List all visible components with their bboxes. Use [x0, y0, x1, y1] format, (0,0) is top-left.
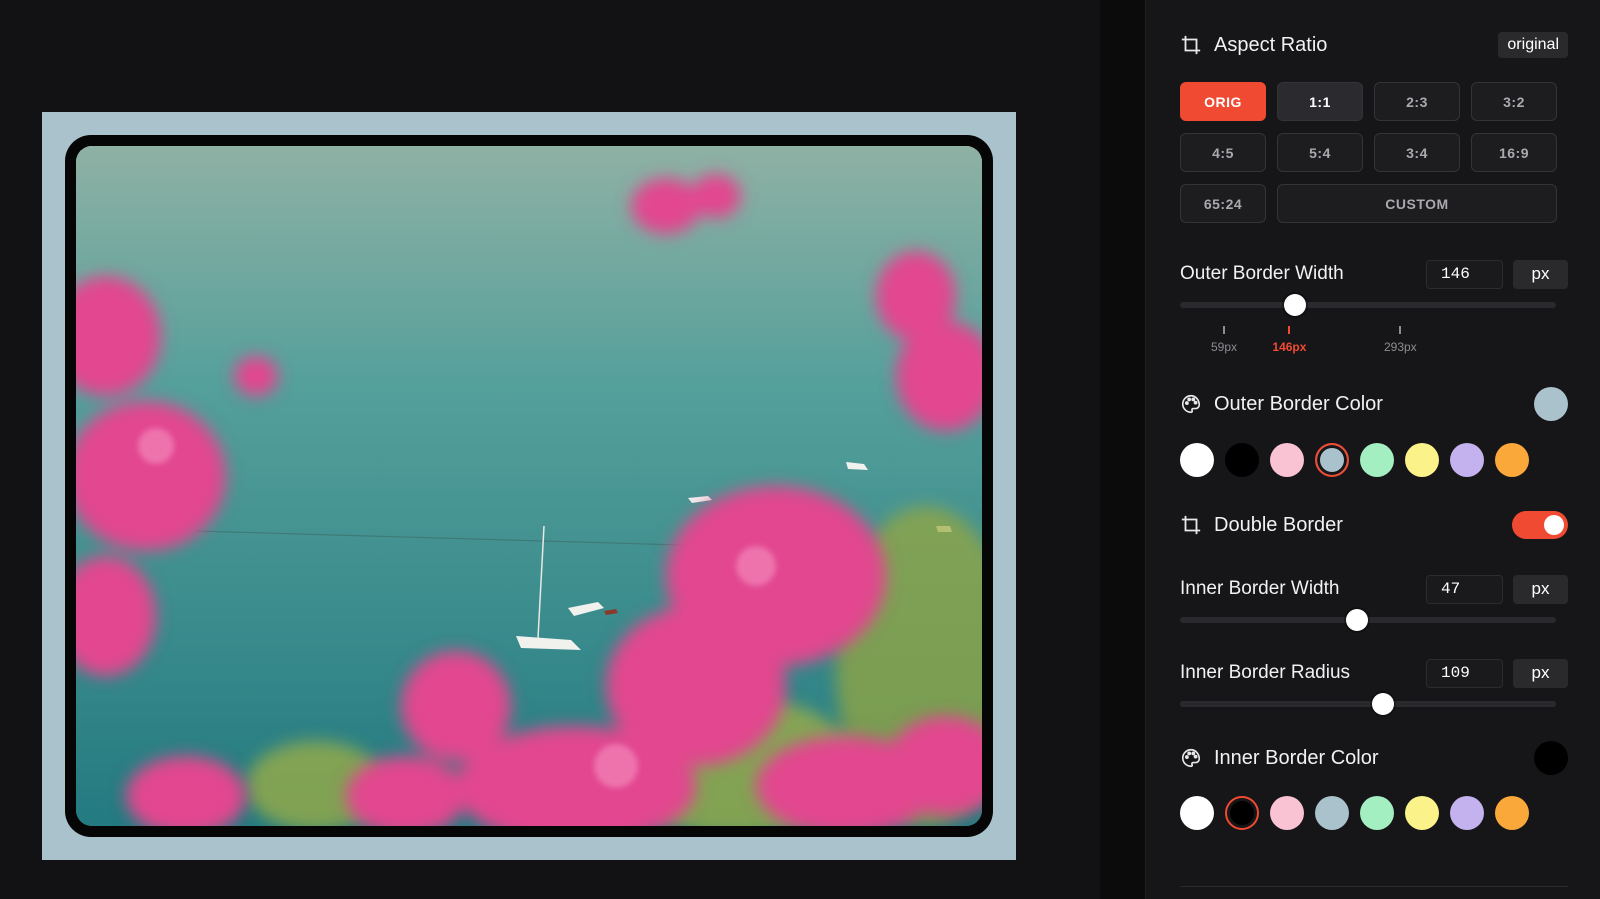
outer-border-width-presets: 59px 146px 293px [1180, 326, 1556, 356]
outer-border-width-input[interactable] [1426, 259, 1503, 289]
preset-tick-293px[interactable]: 293px [1375, 326, 1425, 354]
color-swatch[interactable] [1270, 443, 1304, 477]
inner-border-color-swatches [1180, 796, 1529, 830]
outer-border-width-row: Outer Border Width px [1180, 259, 1568, 289]
color-swatch[interactable] [1450, 443, 1484, 477]
color-swatch[interactable] [1225, 796, 1259, 830]
inner-border-width-row: Inner Border Width px [1180, 574, 1568, 604]
palette-icon [1182, 394, 1201, 414]
inner-border-radius-label: Inner Border Radius [1180, 662, 1351, 683]
color-swatch[interactable] [1360, 443, 1394, 477]
photo-preview [76, 146, 982, 826]
toggle-knob [1544, 515, 1564, 535]
inner-border-width-slider[interactable] [1180, 609, 1556, 631]
inner-border-width-input[interactable] [1426, 574, 1503, 604]
panel-divider [1180, 886, 1568, 887]
aspect-ratio-options: ORIG 1:1 2:3 3:2 4:5 5:4 3:4 16:9 65:24 … [1180, 82, 1557, 223]
palette-icon [1182, 748, 1201, 768]
ratio-4-5-button[interactable]: 4:5 [1180, 133, 1266, 172]
outer-border-width-slider-thumb[interactable] [1283, 294, 1306, 316]
double-border-label: Double Border [1214, 513, 1343, 536]
color-swatch[interactable] [1180, 443, 1214, 477]
inner-border-width-slider-thumb[interactable] [1345, 609, 1368, 631]
inner-border-radius-input[interactable] [1426, 658, 1503, 688]
panel-gutter [1100, 0, 1145, 899]
outer-border-color-label: Outer Border Color [1214, 392, 1383, 415]
ratio-16-9-button[interactable]: 16:9 [1471, 133, 1557, 172]
color-swatch[interactable] [1315, 796, 1349, 830]
double-border-toggle[interactable] [1512, 511, 1568, 539]
double-border-row: Double Border [1180, 510, 1568, 540]
settings-panel: Aspect Ratio original ORIG 1:1 2:3 3:2 4… [1145, 0, 1600, 899]
preset-tick-59px[interactable]: 59px [1199, 326, 1249, 354]
crop-icon [1181, 35, 1201, 55]
outer-border-color-row: Outer Border Color [1180, 386, 1568, 422]
preset-tick-146px[interactable]: 146px [1264, 326, 1314, 354]
outer-border-frame [42, 112, 1016, 860]
ratio-3-2-button[interactable]: 3:2 [1471, 82, 1557, 121]
inner-border-color-row: Inner Border Color [1180, 740, 1568, 776]
color-swatch[interactable] [1405, 443, 1439, 477]
inner-border-radius-row: Inner Border Radius px [1180, 658, 1568, 688]
outer-border-width-slider[interactable] [1180, 294, 1556, 316]
color-swatch[interactable] [1225, 443, 1259, 477]
inner-border-color-current[interactable] [1534, 741, 1568, 775]
color-swatch[interactable] [1495, 796, 1529, 830]
crop-icon [1181, 515, 1201, 535]
inner-border-width-label: Inner Border Width [1180, 578, 1340, 599]
color-swatch[interactable] [1270, 796, 1304, 830]
outer-border-color-swatches [1180, 443, 1529, 477]
outer-border-color-current[interactable] [1534, 387, 1568, 421]
ratio-custom-button[interactable]: CUSTOM [1277, 184, 1557, 223]
photo-illustration [76, 146, 982, 826]
color-swatch[interactable] [1495, 443, 1529, 477]
inner-border-frame [65, 135, 993, 837]
outer-border-width-label: Outer Border Width [1180, 263, 1344, 284]
ratio-2-3-button[interactable]: 2:3 [1374, 82, 1460, 121]
outer-border-width-unit: px [1513, 259, 1568, 289]
ratio-3-4-button[interactable]: 3:4 [1374, 133, 1460, 172]
ratio-1-1-button[interactable]: 1:1 [1277, 82, 1363, 121]
inner-border-color-label: Inner Border Color [1214, 746, 1379, 769]
inner-border-width-unit: px [1513, 574, 1568, 604]
ratio-65-24-button[interactable]: 65:24 [1180, 184, 1266, 223]
ratio-5-4-button[interactable]: 5:4 [1277, 133, 1363, 172]
color-swatch[interactable] [1180, 796, 1214, 830]
color-swatch[interactable] [1315, 443, 1349, 477]
color-swatch[interactable] [1450, 796, 1484, 830]
inner-border-radius-unit: px [1513, 658, 1568, 688]
canvas-area [0, 0, 1100, 899]
color-swatch[interactable] [1360, 796, 1394, 830]
aspect-ratio-header: Aspect Ratio original [1180, 30, 1568, 60]
ratio-orig-button[interactable]: ORIG [1180, 82, 1266, 121]
color-swatch[interactable] [1405, 796, 1439, 830]
aspect-ratio-badge: original [1498, 32, 1568, 58]
inner-border-radius-slider-thumb[interactable] [1372, 693, 1395, 715]
aspect-ratio-title: Aspect Ratio [1214, 33, 1328, 56]
inner-border-radius-slider[interactable] [1180, 693, 1556, 715]
